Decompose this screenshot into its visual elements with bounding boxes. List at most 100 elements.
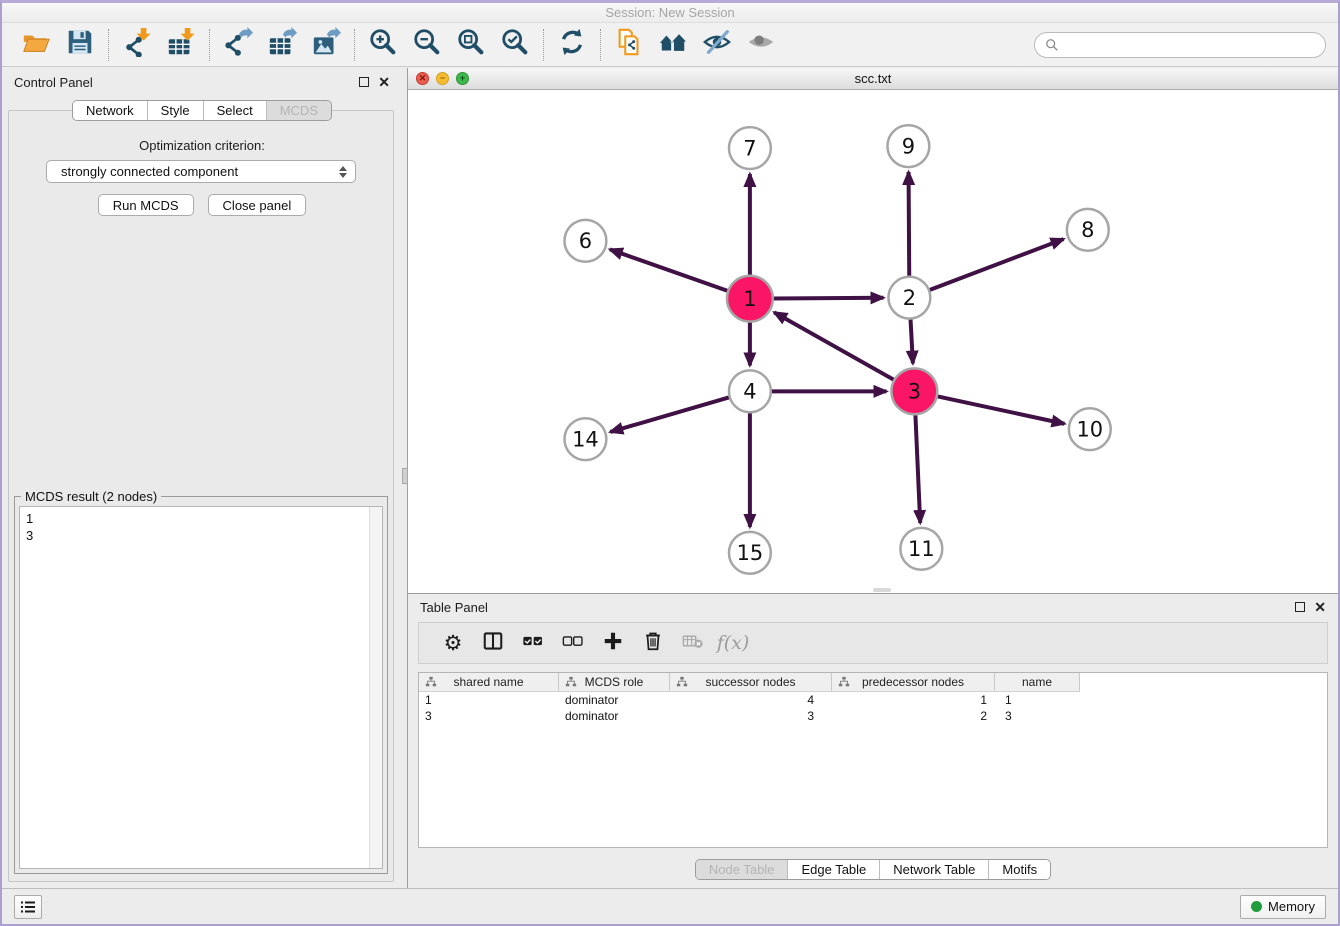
tab-edge-table[interactable]: Edge Table	[787, 860, 879, 879]
export-table-button[interactable]	[260, 26, 304, 64]
column-header-mcds-role[interactable]: MCDS role	[559, 673, 670, 691]
cell-shared-name[interactable]: 1	[419, 693, 559, 707]
home-networks-button[interactable]	[651, 26, 695, 64]
table-row[interactable]: 3 dominator 3 2 3	[419, 708, 1327, 724]
home-houses-icon	[658, 27, 688, 62]
column-header-name[interactable]: name	[995, 673, 1080, 691]
run-mcds-button[interactable]: Run MCDS	[98, 194, 194, 216]
open-folder-icon	[21, 27, 51, 62]
apply-layout-button[interactable]	[550, 26, 594, 64]
open-session-button[interactable]	[14, 26, 58, 64]
graph-edge-3-1[interactable]	[774, 312, 893, 379]
tree-icon	[838, 676, 850, 688]
graph-node-label-1: 1	[743, 287, 756, 311]
zoom-selected-button[interactable]	[493, 26, 537, 64]
cell-name[interactable]: 1	[995, 693, 1080, 707]
graph-edge-4-14[interactable]	[610, 397, 729, 431]
column-visibility-button[interactable]	[473, 626, 513, 660]
criterion-dropdown[interactable]: strongly connected component	[46, 160, 356, 183]
graph-edge-1-2[interactable]	[774, 298, 884, 299]
app-titlebar: Session: New Session	[2, 3, 1338, 23]
show-all-button[interactable]	[739, 26, 783, 64]
export-network-button[interactable]	[216, 26, 260, 64]
save-floppy-icon	[65, 27, 95, 62]
table-toolbar: ⚙	[418, 622, 1328, 664]
graph-edge-2-9[interactable]	[909, 172, 910, 276]
close-panel-button[interactable]: Close panel	[208, 194, 307, 216]
zoom-in-button[interactable]	[361, 26, 405, 64]
cell-mcds-role[interactable]: dominator	[559, 693, 670, 707]
add-column-button[interactable]	[593, 626, 633, 660]
column-header-predecessor-nodes[interactable]: predecessor nodes	[832, 673, 995, 691]
zoom-fit-button[interactable]	[449, 26, 493, 64]
close-panel-icon[interactable]: ✕	[378, 77, 390, 87]
tab-mcds[interactable]: MCDS	[266, 101, 331, 120]
delete-column-button[interactable]	[633, 626, 673, 660]
table-row[interactable]: 1 dominator 4 1 1	[419, 692, 1327, 708]
memory-button[interactable]: Memory	[1240, 895, 1326, 919]
graph-edge-2-3[interactable]	[911, 320, 913, 364]
cell-successor-nodes[interactable]: 4	[670, 693, 832, 707]
network-window-titlebar[interactable]: scc.txt ✕ − +	[408, 68, 1338, 90]
search-input[interactable]	[1065, 36, 1315, 53]
checked-boxes-icon	[522, 630, 544, 657]
tab-motifs[interactable]: Motifs	[988, 860, 1050, 879]
zoom-selected-icon	[500, 27, 530, 62]
select-all-rows-button[interactable]	[513, 626, 553, 660]
zoom-out-button[interactable]	[405, 26, 449, 64]
task-history-button[interactable]	[14, 895, 42, 919]
tab-node-table[interactable]: Node Table	[696, 860, 788, 879]
save-session-button[interactable]	[58, 26, 102, 64]
export-network-icon	[223, 27, 253, 62]
graph-edge-3-11[interactable]	[915, 415, 920, 523]
cell-predecessor-nodes[interactable]: 2	[832, 709, 995, 723]
function-builder-button[interactable]: f(x)	[713, 626, 753, 660]
tab-network-table[interactable]: Network Table	[879, 860, 988, 879]
delete-table-icon	[682, 630, 704, 657]
mcds-result-box: MCDS result (2 nodes) 1 3	[14, 496, 388, 874]
hide-selected-eye-icon	[702, 27, 732, 62]
float-table-panel-icon[interactable]	[1295, 602, 1305, 612]
network-graph[interactable]: 7968124314101511	[408, 90, 1338, 593]
tab-select[interactable]: Select	[203, 101, 266, 120]
layout-refresh-icon	[557, 27, 587, 62]
graph-edge-2-8[interactable]	[930, 239, 1064, 290]
import-network-button[interactable]	[115, 26, 159, 64]
cell-predecessor-nodes[interactable]: 1	[832, 693, 995, 707]
search-icon	[1045, 38, 1059, 52]
mcds-result-list[interactable]: 1 3	[19, 506, 383, 869]
import-table-button[interactable]	[159, 26, 203, 64]
import-table-icon	[166, 27, 196, 62]
main-toolbar	[2, 23, 1338, 67]
column-header-shared-name[interactable]: shared name	[419, 673, 559, 691]
table-settings-button[interactable]: ⚙	[433, 626, 473, 660]
tab-style[interactable]: Style	[147, 101, 203, 120]
table-tab-bar: Node Table Edge Table Network Table Moti…	[695, 859, 1051, 880]
cell-shared-name[interactable]: 3	[419, 709, 559, 723]
zoom-in-icon	[368, 27, 398, 62]
memory-label: Memory	[1268, 899, 1315, 914]
export-image-button[interactable]	[304, 26, 348, 64]
tab-network[interactable]: Network	[73, 101, 147, 120]
search-field[interactable]	[1034, 32, 1326, 58]
clone-network-button[interactable]	[607, 26, 651, 64]
deselect-all-rows-button[interactable]	[553, 626, 593, 660]
cell-successor-nodes[interactable]: 3	[670, 709, 832, 723]
cell-mcds-role[interactable]: dominator	[559, 709, 670, 723]
close-table-panel-icon[interactable]: ✕	[1314, 602, 1326, 612]
cell-name[interactable]: 3	[995, 709, 1080, 723]
delete-table-button[interactable]	[673, 626, 713, 660]
result-scrollbar[interactable]	[369, 507, 382, 868]
optimization-criterion-label: Optimization criterion:	[2, 138, 402, 153]
float-panel-icon[interactable]	[359, 77, 369, 87]
graph-edge-1-6[interactable]	[610, 249, 727, 290]
node-table-header: shared name MCDS role successor nodes	[419, 673, 1080, 692]
network-canvas[interactable]: 7968124314101511	[408, 90, 1338, 593]
hide-selected-button[interactable]	[695, 26, 739, 64]
mcds-result-line: 3	[26, 527, 376, 544]
column-header-successor-nodes[interactable]: successor nodes	[670, 673, 832, 691]
tree-icon	[565, 676, 577, 688]
tree-icon	[425, 676, 437, 688]
canvas-splitter-grip[interactable]	[873, 588, 891, 592]
graph-edge-3-10[interactable]	[938, 396, 1065, 423]
